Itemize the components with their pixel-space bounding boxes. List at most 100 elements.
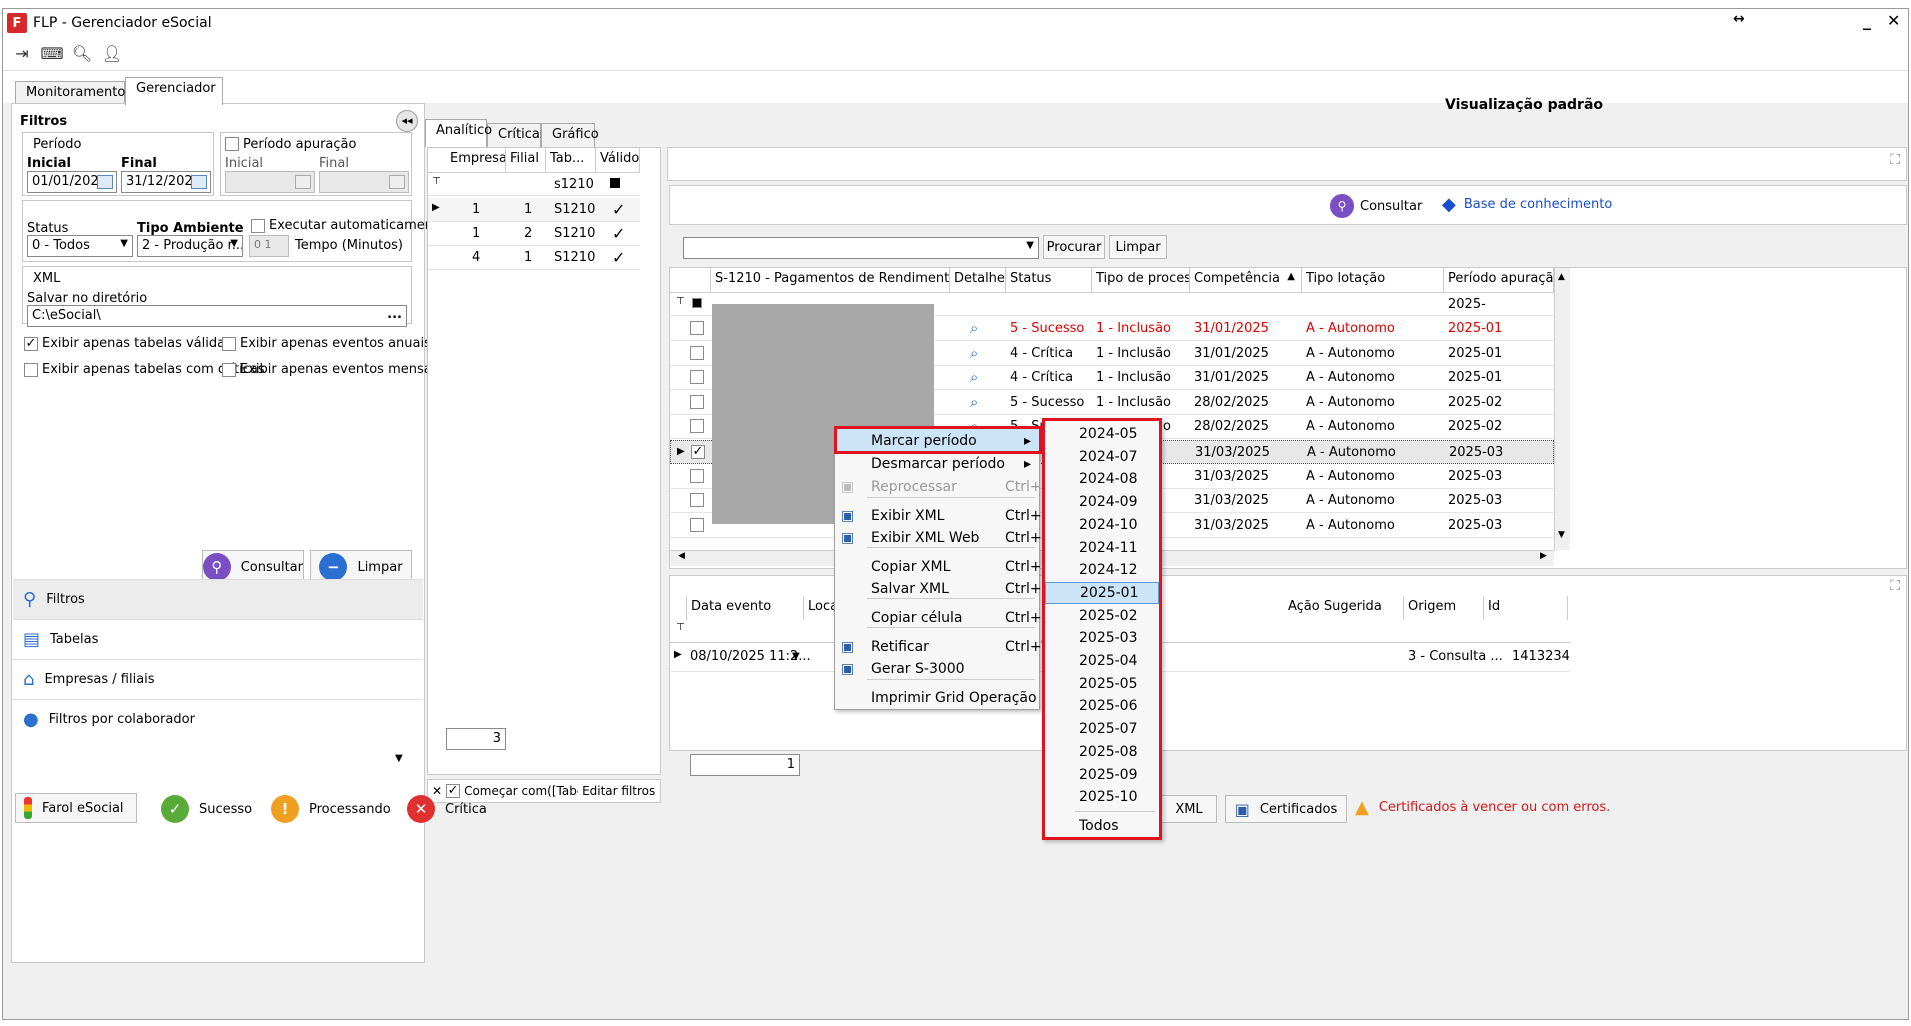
search-icon[interactable]: 🔍︎ <box>71 43 93 65</box>
submenu-item-2025-10[interactable]: 2025-10 <box>1045 786 1159 808</box>
row-select-checkbox[interactable]: ✓ <box>691 445 705 459</box>
tempo-input[interactable]: 0 1 <box>249 235 289 257</box>
submenu-item-2025-02[interactable]: 2025-02 <box>1045 605 1159 627</box>
xml-button[interactable]: XML <box>1161 795 1217 823</box>
menu-item-copiar-xml[interactable]: Copiar XML Ctrl+X <box>835 555 1051 579</box>
submenu-item-2024-07[interactable]: 2024-07 <box>1045 446 1159 468</box>
edit-filter-link[interactable]: Editar filtros <box>582 784 655 798</box>
submenu-item-2025-07[interactable]: 2025-07 <box>1045 718 1159 740</box>
exit-icon[interactable]: ⇥ <box>11 43 33 65</box>
row-select-checkbox[interactable] <box>690 517 704 532</box>
details-icon[interactable]: ⌕ <box>970 368 978 386</box>
table-row[interactable]: ▶ 1 1 S1210 ✓ <box>428 198 640 222</box>
col-valido[interactable]: Válido <box>596 148 640 172</box>
menu-item-desmarcar-per-odo[interactable]: Desmarcar período ▸ <box>835 452 1039 476</box>
opt-eventos-anuais-checkbox[interactable] <box>222 337 236 351</box>
menu-item-exibir-xml[interactable]: ▣ Exibir XML Ctrl+E <box>835 504 1051 528</box>
details-icon[interactable]: ⌕ <box>970 393 978 411</box>
menu-item-gerar-s-3000[interactable]: ▣ Gerar S-3000 <box>835 657 1039 681</box>
row-select-checkbox[interactable] <box>690 468 704 483</box>
users-icon[interactable]: 👤︎ <box>101 43 123 65</box>
tab-grafico[interactable]: Gráfico <box>541 123 599 147</box>
menu-item-marcar-per-odo[interactable]: Marcar período ▸ <box>835 429 1039 453</box>
submenu-item-2024-08[interactable]: 2024-08 <box>1045 468 1159 490</box>
scroll-up-icon[interactable]: ▲ <box>1558 272 1565 282</box>
details-icon[interactable]: ⌕ <box>970 319 978 337</box>
submenu-item-2024-10[interactable]: 2024-10 <box>1045 514 1159 536</box>
scroll-down-icon[interactable]: ▼ <box>1558 530 1565 540</box>
vertical-scrollbar[interactable]: ▲ ▼ <box>1554 268 1570 550</box>
submenu-item-2025-09[interactable]: 2025-09 <box>1045 764 1159 786</box>
submenu-item-2025-06[interactable]: 2025-06 <box>1045 695 1159 717</box>
menu-item-reprocessar[interactable]: ▣ Reprocessar Ctrl+R <box>835 475 1051 499</box>
collapse-icon[interactable]: ◂◂ <box>396 110 418 132</box>
resize-icon[interactable]: ↔ <box>1733 11 1745 27</box>
col-periodo-apuracao[interactable]: Período apuração <box>1444 268 1554 292</box>
expand-icon[interactable]: ⛶ <box>1890 578 1900 594</box>
ap-inicial-input[interactable] <box>225 171 315 193</box>
browse-button[interactable]: ... <box>387 307 402 322</box>
tab-gerenciador[interactable]: Gerenciador <box>125 77 223 105</box>
submenu-item-2024-12[interactable]: 2024-12 <box>1045 559 1159 581</box>
base-conhecimento-link[interactable]: ◆ Base de conhecimento <box>1442 194 1612 215</box>
col-tipo-processo[interactable]: Tipo de processo <box>1092 268 1190 292</box>
chevron-down-icon[interactable]: ▼ <box>395 753 403 764</box>
limpar-events-button[interactable]: Limpar <box>1109 235 1167 259</box>
calendar-icon[interactable] <box>191 175 207 189</box>
search-select[interactable]: ▼ <box>683 237 1039 259</box>
consultar-events-button[interactable]: ⚲ Consultar <box>1330 194 1422 218</box>
col-s1210[interactable]: S-1210 - Pagamentos de Rendimentos do Tr… <box>710 268 950 292</box>
col-tipo-lotacao[interactable]: Tipo lotação <box>1302 268 1444 292</box>
col-id[interactable]: Id <box>1484 596 1568 620</box>
submenu-item-2024-05[interactable]: 2024-05 <box>1045 423 1159 445</box>
row-select-checkbox[interactable] <box>690 419 704 434</box>
details-icon[interactable]: ⌕ <box>970 344 978 362</box>
row-select-checkbox[interactable] <box>690 345 704 360</box>
col-origem[interactable]: Origem <box>1404 596 1484 620</box>
table-row[interactable]: 4 1 S1210 ✓ <box>428 246 640 270</box>
col-filial[interactable]: Filial <box>506 148 546 172</box>
minimize-button[interactable]: _ <box>1863 11 1871 30</box>
col-empresa[interactable]: Empresa <box>446 148 506 172</box>
inicial-date-input[interactable]: 01/01/2025 <box>27 171 117 193</box>
submenu-item-todos[interactable]: Todos <box>1045 815 1159 837</box>
nav-empresas[interactable]: ⌂ Empresas / filiais <box>13 659 423 699</box>
table-row[interactable]: 1 2 S1210 ✓ <box>428 222 640 246</box>
col-data-evento[interactable]: Data evento <box>686 596 804 620</box>
opt-tabelas-criticas-checkbox[interactable] <box>24 363 38 377</box>
scroll-left-icon[interactable]: ◀ <box>678 551 685 561</box>
tabela-filter[interactable]: s1210 <box>554 177 594 192</box>
nav-tabelas[interactable]: ▤ Tabelas <box>13 619 423 659</box>
tab-analitico[interactable]: Analítico <box>425 119 492 147</box>
expand-icon[interactable]: ⛶ <box>1890 152 1900 168</box>
farol-button[interactable]: Farol eSocial <box>15 793 137 823</box>
select-filter-checkbox[interactable] <box>692 298 702 308</box>
opt-eventos-mensais-checkbox[interactable] <box>222 363 236 377</box>
periodo-filter[interactable]: 2025- <box>1448 297 1486 312</box>
col-acao-sugerida[interactable]: Ação Sugerida <box>1284 596 1404 620</box>
scroll-right-icon[interactable]: ▶ <box>1540 551 1547 561</box>
valido-filter-checkbox[interactable] <box>610 178 620 188</box>
submenu-item-2025-05[interactable]: 2025-05 <box>1045 673 1159 695</box>
col-competencia[interactable]: Competência ▲ <box>1190 268 1302 292</box>
chevron-down-icon[interactable]: ▼ <box>792 651 800 662</box>
nav-colaborador[interactable]: ● Filtros por colaborador <box>13 699 423 739</box>
ambiente-select[interactable]: 2 - Produção r... ▼ <box>137 235 243 257</box>
executar-checkbox[interactable] <box>251 219 265 233</box>
calendar-icon[interactable] <box>97 175 113 189</box>
submenu-item-2025-08[interactable]: 2025-08 <box>1045 741 1159 763</box>
col-status[interactable]: Status <box>1006 268 1092 292</box>
submenu-item-2024-09[interactable]: 2024-09 <box>1045 491 1159 513</box>
col-detalhes[interactable]: Detalhes <box>950 268 1006 292</box>
row-select-checkbox[interactable] <box>690 394 704 409</box>
keyboard-icon[interactable]: ⌨ <box>40 43 63 65</box>
submenu-item-2024-11[interactable]: 2024-11 <box>1045 537 1159 559</box>
tab-monitoramento[interactable]: Monitoramento <box>15 81 125 105</box>
submenu-item-2025-04[interactable]: 2025-04 <box>1045 650 1159 672</box>
status-select[interactable]: 0 - Todos ▼ <box>27 235 133 257</box>
certificados-button[interactable]: ▣ Certificados <box>1225 795 1347 823</box>
close-button[interactable]: ✕ <box>1887 11 1900 30</box>
salvar-diretorio-input[interactable]: C:\eSocial\... <box>27 305 407 327</box>
opt-tabelas-validas-checkbox[interactable]: ✓ <box>24 337 38 351</box>
procurar-button[interactable]: Procurar <box>1043 235 1105 259</box>
